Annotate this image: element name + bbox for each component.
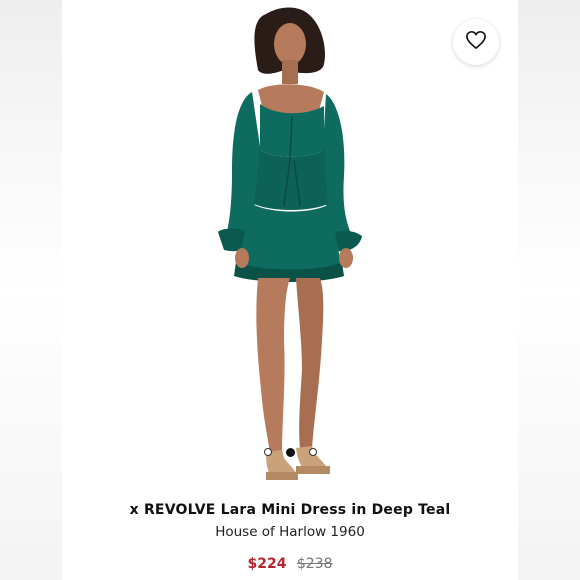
model-illustration: [218, 7, 362, 480]
heart-outline-icon: [465, 30, 487, 54]
product-title[interactable]: x REVOLVE Lara Mini Dress in Deep Teal: [62, 502, 518, 518]
left-backdrop: [0, 0, 62, 580]
sale-price: $224: [247, 556, 287, 572]
gallery-dot[interactable]: [263, 448, 272, 456]
product-card: x REVOLVE Lara Mini Dress in Deep Teal H…: [62, 0, 518, 580]
product-image[interactable]: [62, 0, 518, 490]
gallery-dot[interactable]: [308, 448, 317, 456]
gallery-dot-active[interactable]: [285, 447, 295, 457]
price-row: $224 $238: [62, 556, 518, 572]
gallery-pagination: [62, 446, 518, 458]
right-backdrop: [518, 0, 580, 580]
favorite-button[interactable]: [453, 19, 499, 65]
original-price: $238: [296, 556, 333, 572]
product-brand[interactable]: House of Harlow 1960: [62, 524, 518, 540]
